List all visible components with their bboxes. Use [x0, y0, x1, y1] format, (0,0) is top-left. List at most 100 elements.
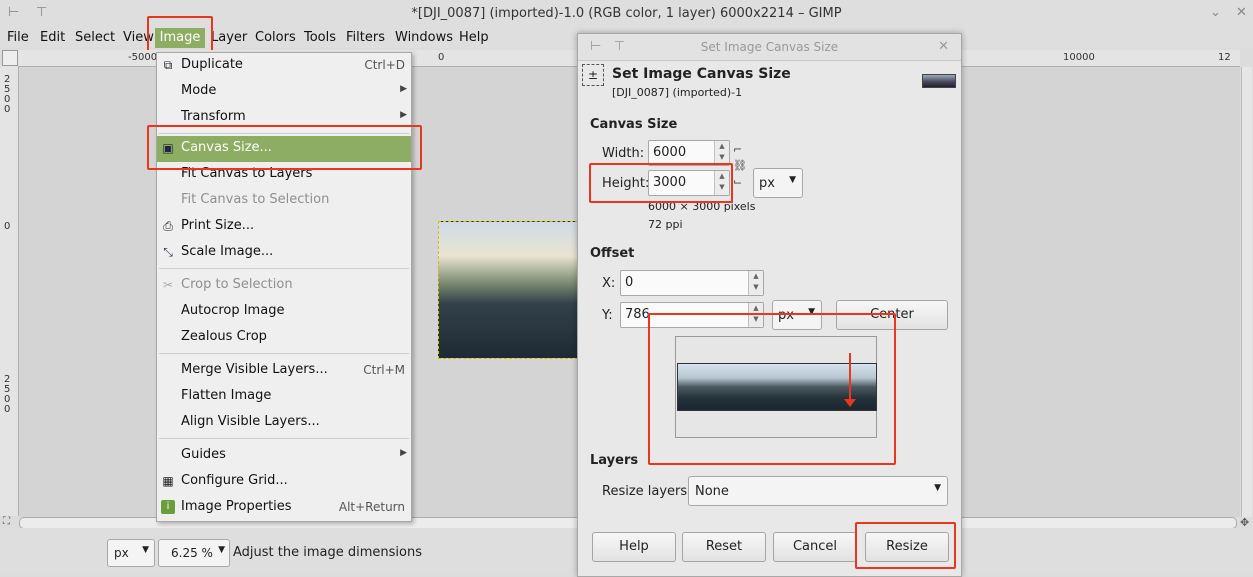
offset-x-input[interactable]: 0 ▲ ▼: [620, 270, 764, 296]
x-label: X:: [602, 276, 616, 291]
chain-link-icon[interactable]: ⌐ ⛓ ⌙: [733, 142, 747, 192]
menu-separator: [159, 438, 409, 439]
width-value: 6000: [653, 145, 687, 160]
menu-item-print-size[interactable]: ⎙ Print Size...: [157, 214, 411, 240]
menu-item-mode[interactable]: Mode ▶: [157, 79, 411, 105]
menu-file[interactable]: File: [7, 30, 29, 45]
size-unit-value: px: [759, 176, 775, 191]
ruler-tick: 12: [1218, 52, 1231, 63]
menu-item-label: Autocrop Image: [181, 303, 285, 318]
menu-item-label: Duplicate: [181, 57, 243, 72]
canvas-size-icon: ±: [582, 64, 604, 86]
ruler-tick: 0: [438, 52, 445, 63]
image-properties-icon: i: [161, 500, 175, 514]
menu-item-accel: Alt+Return: [338, 500, 405, 514]
menu-item-guides[interactable]: Guides ▶: [157, 443, 411, 469]
preview-highlight: [648, 313, 896, 465]
menu-item-duplicate[interactable]: ⧉ Duplicate Ctrl+D: [157, 53, 411, 79]
menu-item-label: Image Properties: [181, 499, 292, 514]
y-label: Y:: [602, 308, 613, 323]
cancel-button[interactable]: Cancel: [773, 532, 857, 562]
menu-tools[interactable]: Tools: [304, 30, 336, 45]
menu-item-label: Flatten Image: [181, 388, 272, 403]
menu-separator: [159, 353, 409, 354]
menu-item-fit-canvas-selection[interactable]: Fit Canvas to Selection: [157, 188, 411, 214]
zoom-icon[interactable]: ⛶: [3, 516, 10, 527]
menu-item-image-properties[interactable]: i Image Properties Alt+Return: [157, 495, 411, 521]
menu-item-zealous-crop[interactable]: Zealous Crop: [157, 325, 411, 351]
menu-item-merge-visible[interactable]: Merge Visible Layers... Ctrl+M: [157, 358, 411, 384]
menu-item-label: Transform: [181, 109, 246, 124]
ruler-tick: 0: [4, 221, 11, 232]
width-label: Width:: [602, 146, 645, 161]
menu-item-label: Print Size...: [181, 218, 255, 233]
vertical-ruler[interactable]: 2 5 0 0 0 2 5 0 0: [0, 66, 19, 516]
menu-item-configure-grid[interactable]: ▦ Configure Grid...: [157, 469, 411, 495]
print-size-icon: ⎙: [163, 219, 173, 233]
scale-image-icon: ⤡: [163, 245, 173, 259]
section-offset: Offset: [590, 246, 635, 261]
dropdown-arrow-icon: ▼: [789, 175, 796, 185]
menu-edit[interactable]: Edit: [40, 30, 65, 45]
image-layer-preview: [438, 221, 578, 359]
submenu-arrow-icon: ▶: [400, 448, 407, 458]
navigate-icon[interactable]: [2, 50, 18, 66]
menu-select[interactable]: Select: [75, 30, 115, 45]
submenu-arrow-icon: ▶: [400, 84, 407, 94]
grid-icon: ▦: [162, 474, 174, 488]
canvas-size-highlight: [147, 125, 422, 170]
help-button[interactable]: Help: [592, 532, 676, 562]
spin-arrows-icon[interactable]: ▲ ▼: [748, 271, 763, 295]
menu-windows[interactable]: Windows: [395, 30, 453, 45]
dialog-window-title: Set Image Canvas Size: [700, 40, 839, 54]
menu-item-scale-image[interactable]: ⤡ Scale Image...: [157, 240, 411, 266]
size-unit-select[interactable]: px ▼: [753, 168, 803, 198]
offset-y-value: 786: [625, 307, 650, 322]
menu-item-align-visible[interactable]: Align Visible Layers...: [157, 410, 411, 436]
ruler-tick: 10000: [1063, 52, 1095, 63]
menu-help[interactable]: Help: [459, 30, 489, 45]
menu-item-accel: Ctrl+D: [364, 58, 405, 72]
menu-item-label: Guides: [181, 447, 226, 462]
menu-separator: [159, 268, 409, 269]
unit-value: px: [114, 546, 129, 560]
dropdown-arrow-icon: ▼: [218, 545, 225, 555]
ppi-info: 72 ppi: [648, 218, 683, 231]
menu-filters[interactable]: Filters: [346, 30, 385, 45]
dropdown-arrow-icon: ▼: [142, 545, 149, 555]
menu-item-label: Mode: [181, 83, 217, 98]
resize-button-highlight: [855, 522, 956, 569]
menu-layer[interactable]: Layer: [211, 30, 247, 45]
offset-x-value: 0: [625, 275, 634, 290]
menu-item-label: Crop to Selection: [181, 277, 293, 292]
menu-item-label: Zealous Crop: [181, 329, 267, 344]
height-field-highlight: [589, 163, 733, 203]
menu-item-label: Merge Visible Layers...: [181, 362, 328, 377]
image-thumbnail: [922, 74, 956, 88]
reset-button[interactable]: Reset: [682, 532, 766, 562]
zoom-value: 6.25 %: [171, 546, 213, 560]
status-message: Adjust the image dimensions: [233, 545, 422, 560]
vertical-scrollbar[interactable]: [1241, 67, 1252, 517]
menu-item-crop-selection[interactable]: ✂ Crop to Selection: [157, 273, 411, 299]
resize-layers-label: Resize layers:: [602, 484, 692, 499]
menu-item-label: Configure Grid...: [181, 473, 288, 488]
close-icon[interactable]: ✕: [938, 39, 949, 54]
menu-colors[interactable]: Colors: [255, 30, 296, 45]
menu-item-autocrop[interactable]: Autocrop Image: [157, 299, 411, 325]
spin-arrows-icon[interactable]: ▲ ▼: [714, 141, 729, 165]
close-icon[interactable]: ✕: [1236, 5, 1247, 20]
section-canvas-size: Canvas Size: [590, 117, 678, 132]
submenu-arrow-icon: ▶: [400, 110, 407, 120]
unit-select[interactable]: px ▼: [107, 539, 155, 567]
menu-item-label: Fit Canvas to Selection: [181, 192, 330, 207]
crop-icon: ✂: [162, 278, 174, 292]
resize-layers-select[interactable]: None ▼: [688, 476, 948, 506]
ruler-tick: -5000: [128, 52, 158, 63]
zoom-select[interactable]: 6.25 % ▼: [158, 539, 230, 567]
canvas-size-dialog: ⊢ ⊤ Set Image Canvas Size ✕ ± Set Image …: [577, 33, 962, 577]
menu-item-flatten[interactable]: Flatten Image: [157, 384, 411, 410]
minimize-icon[interactable]: ⌄: [1210, 5, 1221, 20]
duplicate-icon: ⧉: [163, 58, 173, 72]
menu-item-label: Align Visible Layers...: [181, 414, 320, 429]
